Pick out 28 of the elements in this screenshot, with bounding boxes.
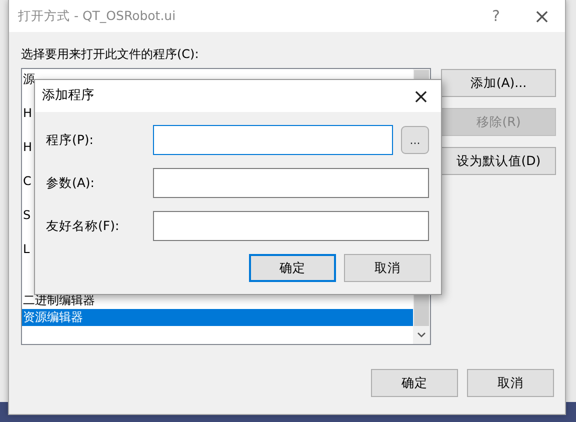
list-item[interactable]: H: [23, 105, 32, 122]
selected-row[interactable]: 资源编辑器: [22, 309, 413, 326]
list-item[interactable]: C: [23, 173, 32, 190]
input-field[interactable]: [153, 211, 429, 241]
scroll-down-icon[interactable]: [417, 332, 426, 338]
list-item[interactable]: S: [23, 207, 31, 224]
input-field[interactable]: [153, 168, 429, 198]
cancel-button[interactable]: 取消: [467, 369, 554, 397]
list-item[interactable]: 源: [23, 71, 35, 88]
input-field[interactable]: [153, 125, 393, 155]
side-button[interactable]: 设为默认值(D): [441, 147, 556, 175]
side-button[interactable]: 添加(A)...: [441, 69, 556, 97]
close-button[interactable]: ×: [401, 86, 441, 106]
close-button[interactable]: ×: [519, 6, 565, 26]
field-label: 参数(A):: [45, 174, 96, 192]
field-label: 程序(P):: [45, 130, 95, 149]
list-item[interactable]: 资源编辑器: [23, 309, 83, 326]
dialog-title: 添加程序: [42, 87, 95, 106]
window-title: 打开方式 - QT_OSRobot.ui: [18, 6, 177, 25]
list-label: 选择要用来打开此文件的程序(C):: [21, 46, 200, 62]
cancel-button[interactable]: 取消: [344, 254, 431, 282]
help-button[interactable]: ?: [473, 8, 519, 24]
list-item[interactable]: H: [23, 139, 32, 156]
list-item[interactable]: L: [23, 241, 30, 258]
ok-button[interactable]: 确定: [249, 254, 336, 282]
ok-button[interactable]: 确定: [371, 369, 458, 397]
field-label: 友好名称(F):: [45, 216, 120, 235]
browse-button[interactable]: ...: [401, 126, 429, 154]
